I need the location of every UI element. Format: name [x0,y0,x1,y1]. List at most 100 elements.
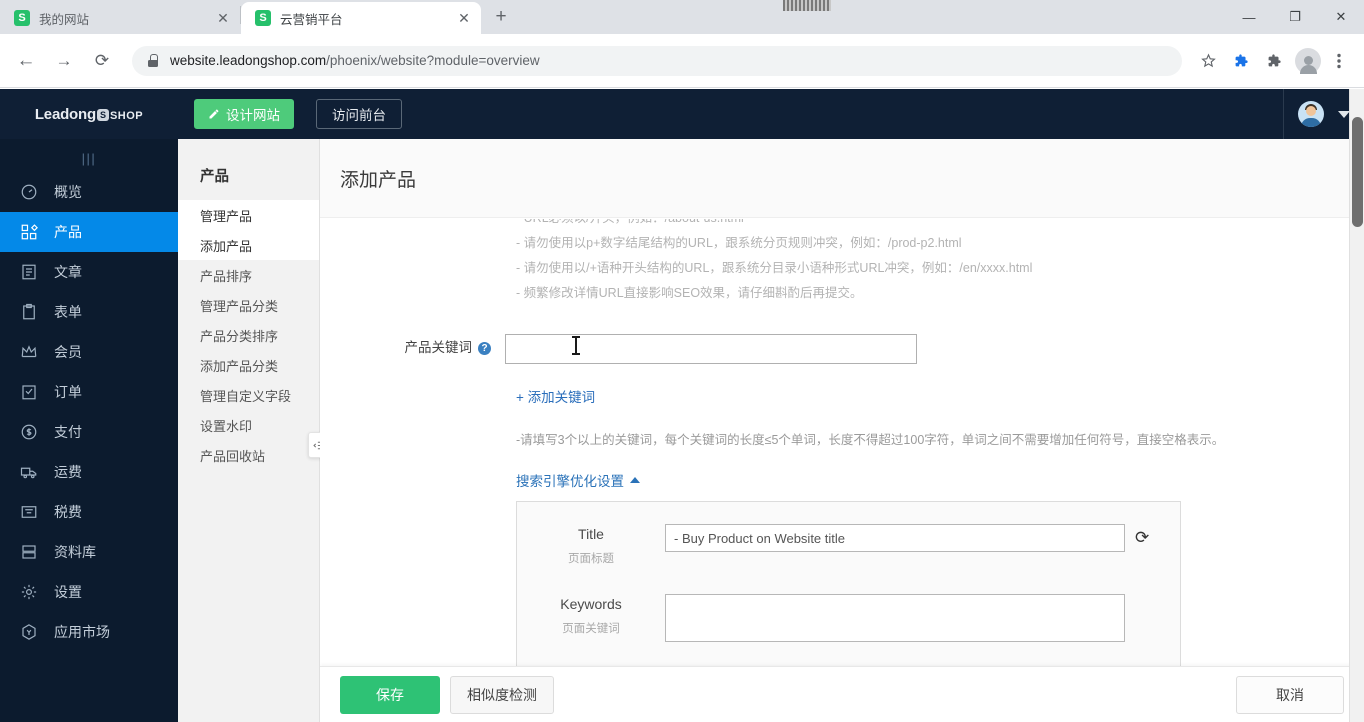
reload-icon[interactable]: ⟳ [86,45,118,77]
page-scrollbar[interactable] [1349,89,1364,722]
seo-section-label: 搜索引擎优化设置 [516,474,624,489]
submenu-item-label: 管理产品分类 [200,298,279,314]
visit-frontend-label: 访问前台 [332,108,386,123]
submenu-item-manage-products[interactable]: 管理产品 [178,200,319,230]
page-title: 添加产品 [340,169,417,191]
hint-line: - URL必须以/开头，例如：/about-us.html [516,219,1364,231]
sidebar-item-tax[interactable]: 税费 [0,492,178,532]
back-icon[interactable]: ← [10,45,42,77]
url-hints: - URL必须以/开头，例如：/about-us.html - 请勿使用以p+数… [320,219,1364,306]
extension-blue-icon[interactable] [1226,46,1256,76]
sidebar-item-library[interactable]: 资料库 [0,532,178,572]
star-icon[interactable] [1193,46,1223,76]
sidebar-item-label: 文章 [54,264,82,280]
sidebar-item-payment[interactable]: 支付 [0,412,178,452]
submenu-item-label: 添加产品 [200,238,253,254]
sidebar-item-label: 概览 [54,184,82,200]
help-icon[interactable]: ? [478,341,491,355]
grid-icon [18,223,40,241]
submenu-item-manage-categories[interactable]: 管理产品分类 [178,290,319,320]
sidebar-item-products[interactable]: 产品 [0,212,178,252]
submenu-item-label: 产品分类排序 [200,328,279,344]
new-tab-button[interactable]: + [487,3,515,31]
submenu-item-label: 管理产品 [200,208,253,224]
close-icon[interactable]: ✕ [455,9,473,27]
gauge-icon [18,183,40,201]
similarity-check-button[interactable]: 相似度检测 [450,675,554,714]
sidebar-grip-label: ||| [81,150,97,166]
address-bar[interactable]: website.leadongshop.com/phoenix/website?… [132,45,1182,76]
seo-settings-card: Title 页面标题 ⟳ Keywords 页面关键词 [516,501,1181,666]
minimize-icon[interactable]: — [1226,0,1272,34]
submenu-panel: 产品 管理产品 添加产品 产品排序 管理产品分类 产品分类排序 添加产品分类 管… [178,139,330,722]
submenu-item-label: 产品排序 [200,268,253,284]
document-icon [18,263,40,281]
seo-keywords-sublabel: 页面关键词 [562,623,620,635]
apps-icon [18,623,40,641]
avatar[interactable] [1298,101,1324,127]
sidebar-item-settings[interactable]: 设置 [0,572,178,612]
clipboard-icon [18,303,40,321]
submenu-item-add-category[interactable]: 添加产品分类 [178,350,319,380]
sidebar-item-forms[interactable]: 表单 [0,292,178,332]
hint-line: - 频繁修改详情URL直接影响SEO效果，请仔细斟酌后再提交。 [516,286,863,300]
product-keyword-input[interactable] [505,334,917,364]
sidebar-item-label: 产品 [54,224,82,240]
kebab-menu-icon[interactable] [1324,46,1354,76]
submenu-item-product-sort[interactable]: 产品排序 [178,260,319,290]
submenu-item-recycle-bin[interactable]: 产品回收站 [178,440,319,470]
sidebar-item-articles[interactable]: 文章 [0,252,178,292]
submenu-item-add-product[interactable]: 添加产品 [178,230,319,260]
tab-title: 云营销平台 [280,12,343,27]
shop-favicon: S [14,10,30,26]
url-path: /phoenix/website?module=overview [326,53,540,68]
sidebar-item-shipping[interactable]: 运费 [0,452,178,492]
sidebar-item-label: 设置 [54,584,82,600]
browser-tab-strip: S 我的网站 ✕ S 云营销平台 ✕ + — ❐ ✕ [0,0,1364,34]
cancel-button[interactable]: 取消 [1236,675,1344,714]
design-website-button[interactable]: 设计网站 [194,99,294,129]
product-keyword-row: 产品关键词 ? [320,334,1364,364]
main-content: 添加产品 - URL必须以/开头，例如：/about-us.html - 请勿使… [320,139,1364,722]
seo-keywords-textarea[interactable] [665,594,1125,642]
chevron-up-icon [630,477,640,483]
submenu-item-label: 管理自定义字段 [200,388,292,404]
form-scroll-region: - URL必须以/开头，例如：/about-us.html - 请勿使用以p+数… [320,219,1364,666]
sidebar-item-label: 应用市场 [54,624,110,640]
sidebar-item-appstore[interactable]: 应用市场 [0,612,178,652]
sidebar-item-label: 资料库 [54,544,96,560]
submenu-item-custom-fields[interactable]: 管理自定义字段 [178,380,319,410]
save-button[interactable]: 保存 [340,675,440,714]
sidebar-collapse-handle[interactable]: ||| [0,144,178,172]
refresh-icon[interactable]: ⟳ [1135,524,1149,552]
sidebar-item-orders[interactable]: 订单 [0,372,178,412]
seo-section-toggle[interactable]: 搜索引擎优化设置 [516,470,640,490]
maximize-icon[interactable]: ❐ [1272,0,1318,34]
profile-icon[interactable] [1295,47,1321,74]
window-close-icon[interactable]: ✕ [1318,0,1364,34]
brand-logo[interactable]: Leadong S SHOP [0,106,178,123]
close-icon[interactable]: ✕ [214,9,232,27]
scrollbar-thumb[interactable] [1352,117,1363,227]
submenu-item-label: 设置水印 [200,418,253,434]
product-keyword-label-text: 产品关键词 [404,340,473,355]
submenu-item-category-sort[interactable]: 产品分类排序 [178,320,319,350]
tab-title: 我的网站 [39,12,90,27]
browser-tab-2[interactable]: S 云营销平台 ✕ [241,2,481,34]
add-keyword-link[interactable]: + 添加关键词 [516,386,1364,406]
form-action-bar: 保存 相似度检测 取消 [320,666,1364,722]
forward-icon[interactable]: → [48,45,80,77]
submenu-item-watermark[interactable]: 设置水印 [178,410,319,440]
seo-keywords-label: Keywords 页面关键词 [517,594,665,639]
visit-frontend-button[interactable]: 访问前台 [316,99,402,129]
seo-title-input[interactable] [665,524,1125,552]
window-drag-grip [783,0,831,11]
submenu-item-label: 添加产品分类 [200,358,279,374]
header-user-area[interactable] [1283,89,1356,139]
extension-gray-icon[interactable] [1259,46,1289,76]
order-check-icon [18,383,40,401]
sidebar-item-members[interactable]: 会员 [0,332,178,372]
sidebar-item-overview[interactable]: 概览 [0,172,178,212]
logo-suffix: SHOP [109,109,144,122]
browser-tab-1[interactable]: S 我的网站 ✕ [0,2,240,34]
